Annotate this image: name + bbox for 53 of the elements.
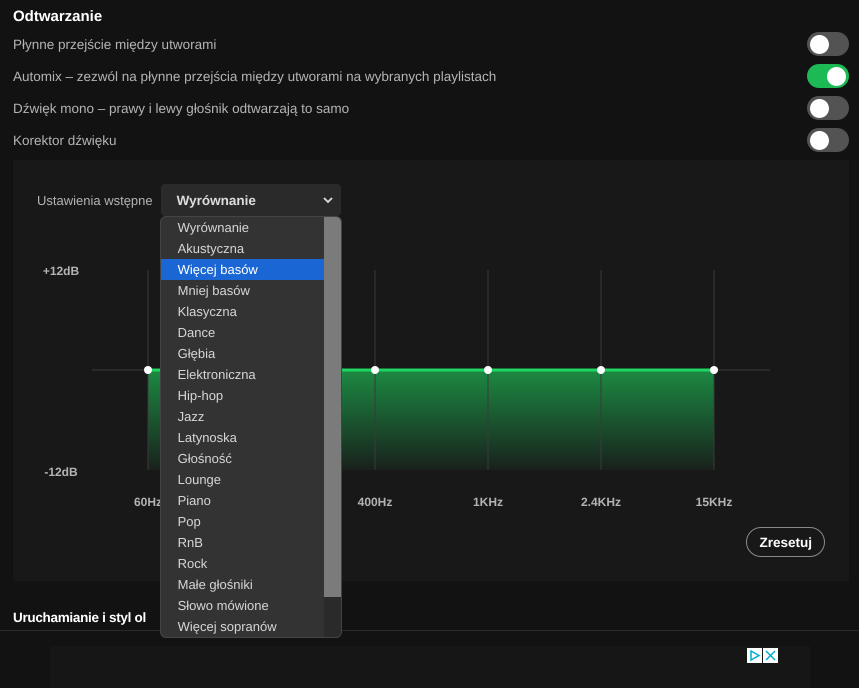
preset-option[interactable]: Lounge [160, 469, 324, 490]
preset-option[interactable]: Latynoska [160, 427, 324, 448]
preset-option[interactable]: Rock [160, 553, 324, 574]
preset-option[interactable]: Wyrównanie [160, 217, 324, 238]
preset-option[interactable]: RnB [160, 532, 324, 553]
setting-label: Korektor dźwięku [13, 132, 117, 148]
preset-option[interactable]: Akustyczna [160, 238, 324, 259]
section-title: Uruchamianie i styl ol [13, 609, 146, 627]
preset-option[interactable]: Dance [160, 322, 324, 343]
toggle-switch[interactable] [807, 128, 849, 152]
preset-option[interactable]: Piano [160, 490, 324, 511]
preset-dropdown[interactable]: Wyrównanie [160, 184, 341, 216]
preset-option[interactable]: Hip-hop [160, 385, 324, 406]
band-slider[interactable] [484, 270, 492, 470]
setting-label: Dźwięk mono – prawy i lewy głośnik odtwarzają to samo [13, 100, 350, 116]
play-triangle-icon[interactable] [747, 648, 762, 663]
preset-option[interactable]: Małe głośniki [160, 574, 324, 595]
axis-label: +12dB [42, 264, 80, 278]
band-slider[interactable] [144, 270, 152, 470]
preset-option[interactable]: Pop [160, 511, 324, 532]
preset-option[interactable]: Mniej basów [160, 280, 324, 301]
close-icon[interactable] [763, 648, 778, 663]
chevron-down-icon [322, 196, 333, 204]
axis-label: -12dB [44, 465, 78, 479]
band-slider[interactable] [371, 270, 379, 470]
preset-option[interactable]: Głębia [160, 343, 324, 364]
toggle-switch[interactable] [807, 64, 849, 88]
frequency-label: 15KHz [696, 495, 732, 509]
band-handle[interactable] [371, 366, 379, 374]
frequency-label: 60Hz [134, 495, 162, 509]
preset-label: Ustawienia wstępne [37, 192, 153, 208]
section-title: Odtwarzanie [13, 7, 104, 27]
band-handle[interactable] [710, 366, 718, 374]
preset-option[interactable]: Więcej basów [160, 259, 324, 280]
preset-option[interactable]: Klasyczna [160, 301, 324, 322]
band-handle[interactable] [597, 366, 605, 374]
band-slider[interactable] [710, 270, 718, 470]
preset-option[interactable]: Słowo mówione [160, 595, 324, 616]
toggle-switch[interactable] [807, 96, 849, 120]
band-slider[interactable] [597, 270, 605, 470]
preset-option[interactable]: Elektroniczna [160, 364, 324, 385]
setting-label: Płynne przejście między utworami [13, 36, 216, 52]
frequency-label: 1KHz [473, 495, 503, 509]
frequency-label: 2.4KHz [581, 495, 621, 509]
setting-label: Automix – zezwól na płynne przejścia między utworami na wybranych playlistach [13, 68, 496, 84]
preset-option[interactable]: Głośność [160, 448, 324, 469]
preset-option[interactable]: Więcej sopranów [160, 616, 324, 637]
toggle-switch[interactable] [807, 32, 849, 56]
preset-option[interactable]: Jazz [160, 406, 324, 427]
band-handle[interactable] [144, 366, 152, 374]
reset-button[interactable]: Zresetuj [746, 527, 825, 557]
frequency-label: 400Hz [358, 495, 392, 509]
band-handle[interactable] [484, 366, 492, 374]
